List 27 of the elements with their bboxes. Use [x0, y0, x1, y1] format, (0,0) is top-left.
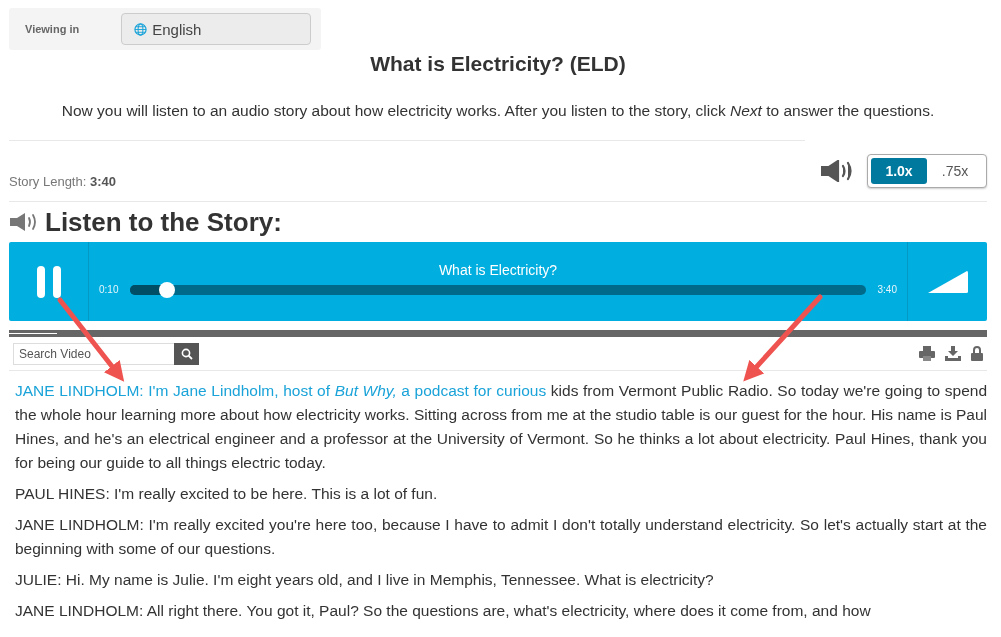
viewing-in-label: Viewing in [25, 23, 80, 35]
transcript-paragraph: JANE LINDHOLM: I'm Jane Lindholm, host of But Why, a podcast for curious kids from Vermont Public Radio. So today we're going to spend the whole hour learning more about how electricity works. Sitting across from me at the studio table is our guest for the hour. His name is Paul Hines, and he's an electrical engineer and a professor at the University of Vermont. So he thinks a lot about electricity. Paul Hines, thank you for being our guide to all things electric today. [15, 381, 987, 473]
section-heading: Listen to the Story: [45, 206, 282, 238]
language-select[interactable]: English [121, 13, 311, 45]
page-title: What is Electricity? (ELD) [369, 52, 627, 76]
transcript-paragraph: JULIE: Hi. My name is Julie. I'm eight years old, and I live in Memphis, Tennessee. What is electricity? [15, 570, 715, 590]
search-icon [180, 347, 193, 360]
track-title: What is Electricity? [437, 262, 559, 278]
progress-thumb[interactable] [159, 281, 176, 298]
progress-track[interactable] [130, 284, 866, 295]
speaker-icon [9, 212, 39, 232]
volume-icon [926, 269, 969, 294]
story-length: Story Length: 3:40 [9, 172, 116, 189]
transcript-paragraph: JANE LINDHOLM: All right there. You got it, Paul? So the questions are, what's electricity, where does it come from, and how [15, 601, 872, 621]
download-icon[interactable] [945, 346, 961, 361]
highlighted-text: JANE LINDHOLM: I'm Jane Lindholm, host of But Why, a podcast for curious [15, 382, 547, 399]
search-button[interactable] [174, 342, 199, 365]
duration-time: 3:40 [877, 284, 897, 295]
globe-icon [134, 22, 148, 36]
speed-option[interactable]: 1.0x [871, 158, 927, 184]
print-icon[interactable] [919, 346, 935, 361]
transcript-paragraph: JANE LINDHOLM: I'm really excited you're here too, because I have to admit I don't totally understand electricity. So let's actually start at the beginning with some of our questions. [15, 515, 987, 559]
instructions-text: Now you will listen to an audio story about how electricity works. After you listen to the story, click Next to answer the questions. [60, 102, 936, 120]
pause-icon [35, 265, 62, 298]
transcript-paragraph: PAUL HINES: I'm really excited to be here. This is a lot of fun. [15, 484, 439, 504]
elapsed-time: 0:10 [99, 284, 119, 295]
lock-icon[interactable] [971, 346, 983, 361]
